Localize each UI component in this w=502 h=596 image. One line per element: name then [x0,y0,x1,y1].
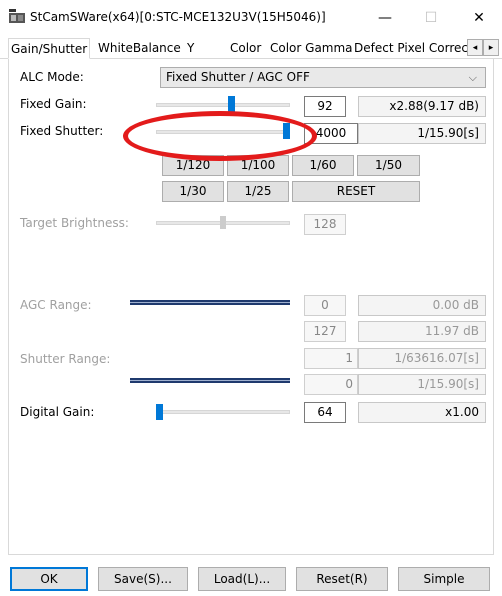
maximize-icon: ☐ [424,10,438,26]
digital-gain-value-field[interactable]: 64 [304,402,346,423]
shutter-range-min-readout: 1/63616.07[s] [358,348,486,369]
agc-range-label: AGC Range: [20,298,92,312]
save-button[interactable]: Save(S)... [98,567,188,591]
shutter-range-slider [130,378,290,383]
agc-range-slider [130,300,290,305]
maximize-button: ☐ [408,3,454,33]
target-brightness-value-field: 128 [304,214,346,235]
close-icon: ✕ [473,10,485,26]
alc-mode-value: Fixed Shutter / AGC OFF [166,70,310,84]
camera-app-icon [9,9,25,23]
tab-defect-pixel-correction[interactable]: Defect Pixel Correc [352,38,470,59]
tab-scroll-left-button[interactable]: ◂ [467,39,483,56]
tab-scroll-right-button[interactable]: ▸ [483,39,499,56]
tab-color-gamma[interactable]: Color Gamma [268,38,355,59]
agc-range-max-readout: 11.97 dB [358,321,486,342]
close-button[interactable]: ✕ [456,3,502,33]
digital-gain-readout: x1.00 [358,402,486,423]
shutter-range-label: Shutter Range: [20,352,111,366]
shutter-range-max-readout: 1/15.90[s] [358,374,486,395]
digital-gain-slider-track[interactable] [156,410,290,414]
minimize-button[interactable]: — [362,3,408,33]
fixed-gain-value-field[interactable]: 92 [304,96,346,117]
fixed-gain-slider-track[interactable] [156,103,290,107]
scroll-right-icon: ▸ [488,43,494,53]
chevron-down-icon: ⌵ [468,71,477,84]
fixed-gain-readout: x2.88(9.17 dB) [358,96,486,117]
highlight-ellipse-annotation [123,111,317,161]
fixed-gain-slider-thumb[interactable] [228,96,236,112]
tab-gain-shutter[interactable]: Gain/Shutter [8,38,91,59]
shutter-range-min-field: 1 [304,348,358,369]
reset-button[interactable]: Reset(R) [296,567,388,591]
agc-range-min-field: 0 [304,295,346,316]
agc-range-min-readout: 0.00 dB [358,295,486,316]
shutter-reset-button[interactable]: RESET [292,181,420,202]
fixed-shutter-readout: 1/15.90[s] [358,123,486,144]
target-brightness-label: Target Brightness: [20,216,129,230]
preset-1-60-button[interactable]: 1/60 [292,155,354,176]
fixed-gain-label: Fixed Gain: [20,97,87,111]
agc-range-max-field: 127 [304,321,346,342]
target-brightness-slider-thumb [220,216,226,229]
preset-1-50-button[interactable]: 1/50 [357,155,420,176]
alc-mode-select[interactable]: Fixed Shutter / AGC OFF ⌵ [160,67,486,88]
digital-gain-label: Digital Gain: [20,405,95,419]
tab-color[interactable]: Color [228,38,263,59]
scroll-left-icon: ◂ [472,43,478,53]
simple-button[interactable]: Simple [398,567,490,591]
ok-button[interactable]: OK [10,567,88,591]
digital-gain-slider-thumb[interactable] [156,404,163,420]
preset-1-30-button[interactable]: 1/30 [162,181,224,202]
load-button[interactable]: Load(L)... [198,567,286,591]
shutter-range-max-field: 0 [304,374,358,395]
tab-white-balance[interactable]: WhiteBalance [96,38,183,59]
tab-y[interactable]: Y [185,38,196,59]
window-title: StCamSWare(x64)[0:STC-MCE132U3V(15H5046)… [30,10,326,24]
fixed-shutter-label: Fixed Shutter: [20,124,104,138]
minimize-icon: — [378,10,392,26]
alc-mode-label: ALC Mode: [20,70,84,84]
preset-1-25-button[interactable]: 1/25 [227,181,289,202]
